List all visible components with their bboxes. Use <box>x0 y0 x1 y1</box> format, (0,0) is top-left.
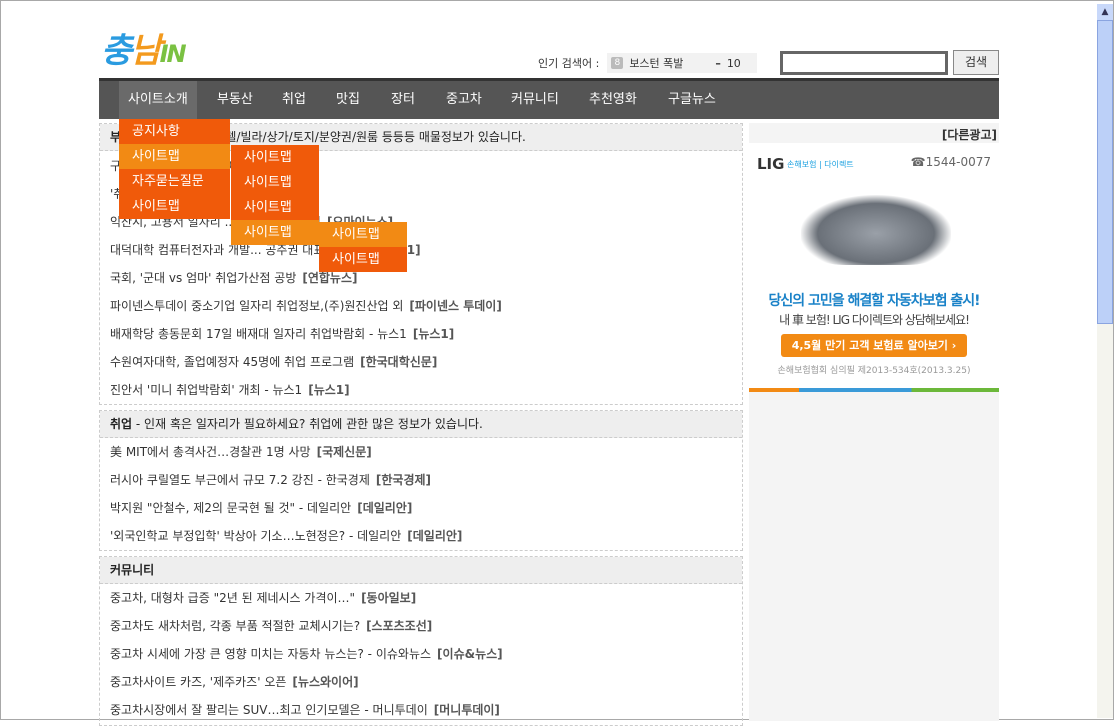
news-source[interactable]: [데일리안] <box>357 501 412 515</box>
popular-label: 인기 검색어 : <box>538 57 600 70</box>
vertical-scrollbar[interactable]: ▲ <box>1097 4 1113 718</box>
site-logo[interactable]: 충남IN <box>101 23 231 73</box>
ad-color-bar <box>749 388 999 392</box>
search-input[interactable] <box>780 51 948 75</box>
section-jobs: 취업 - 인재 혹은 일자리가 필요하세요? 취업에 관한 많은 정보가 있습니… <box>99 410 743 551</box>
menu-item-sitemap[interactable]: 사이트맵 <box>231 195 319 220</box>
news-title[interactable]: 중고차사이트 카즈, '제주카즈' 오픈 <box>110 675 286 689</box>
news-source[interactable]: [연합뉴스] <box>302 271 357 285</box>
news-source[interactable]: [동아일보] <box>361 591 416 605</box>
car-image <box>801 195 951 265</box>
news-title[interactable]: 국회, '군대 vs 엄마' 취업가산점 공방 <box>110 271 296 285</box>
ad-banner[interactable]: LIG 손해보험 | 다이렉트 ☎1544-0077 당신의 고민을 해결할 자… <box>749 143 999 388</box>
news-source[interactable]: [파이넨스 투데이] <box>409 299 501 313</box>
news-item[interactable]: 수원여자대학, 졸업예정자 45명에 취업 프로그램 [한국대학신문] <box>100 348 742 376</box>
news-source[interactable]: [국제신문] <box>317 445 372 459</box>
rank-badge: 8 <box>611 57 624 69</box>
ad-sidebar: [다른광고] LIG 손해보험 | 다이렉트 ☎1544-0077 당신의 고민… <box>749 123 999 721</box>
nav-item-market[interactable]: 장터 <box>391 81 415 119</box>
news-title[interactable]: 美 MIT에서 총격사건…경찰관 1명 사망 <box>110 445 311 459</box>
menu-item-sitemap[interactable]: 사이트맵 <box>319 247 407 272</box>
news-title[interactable]: 파이넨스투데이 중소기업 일자리 취업정보,(주)원진산업 외 <box>110 299 403 313</box>
news-source[interactable]: [이슈&뉴스] <box>437 647 503 661</box>
news-item[interactable]: 국회, '군대 vs 엄마' 취업가산점 공방 [연합뉴스] <box>100 264 742 292</box>
news-source[interactable]: [데일리안] <box>407 529 462 543</box>
news-item[interactable]: 중고차 시세에 가장 큰 영향 미치는 자동차 뉴스는? - 이슈와뉴스 [이슈&… <box>100 640 742 668</box>
news-title[interactable]: 러시아 쿠릴열도 부근에서 규모 7.2 강진 - 한국경제 <box>110 473 370 487</box>
news-item[interactable]: 러시아 쿠릴열도 부근에서 규모 7.2 강진 - 한국경제 [한국경제] <box>100 466 742 494</box>
dropdown-level3: 사이트맵 사이트맵 <box>319 222 407 272</box>
news-item[interactable]: 진안서 '미니 취업박람회' 개최 - 뉴스1 [뉴스1] <box>100 376 742 404</box>
news-item[interactable]: '외국인학교 부정입학' 박상아 기소…노현정은? - 데일리안 [데일리안] <box>100 522 742 550</box>
menu-item-sitemap[interactable]: 사이트맵 <box>119 144 230 169</box>
rank-count: 10 <box>726 56 741 70</box>
main-nav: 사이트소개 부동산 취업 맛집 장터 중고차 커뮤니티 추천영화 구글뉴스 <box>99 78 999 119</box>
ad-phone: ☎1544-0077 <box>910 155 991 169</box>
news-item[interactable]: 배재학당 총동문회 17일 배재대 일자리 취업박람회 - 뉴스1 [뉴스1] <box>100 320 742 348</box>
ad-brand: LIG <box>757 155 785 173</box>
nav-item-site-intro[interactable]: 사이트소개 <box>119 81 197 119</box>
section-community: 커뮤니티 중고차, 대형차 급증 "2년 된 제네시스 가격이…" [동아일보] 중… <box>99 556 743 726</box>
news-title[interactable]: 박지원 "안철수, 제2의 문국현 될 것" - 데일리안 <box>110 501 351 515</box>
news-title[interactable]: 중고차, 대형차 급증 "2년 된 제네시스 가격이…" <box>110 591 355 605</box>
menu-item-sitemap[interactable]: 사이트맵 <box>231 220 319 245</box>
menu-item-notice[interactable]: 공지사항 <box>119 119 230 144</box>
nav-item-movies[interactable]: 추천영화 <box>589 81 637 119</box>
news-item[interactable]: 대덕대학 컴퓨터전자과 개발... 공주권 대표 ... 뉴스1[뉴스1] <box>100 236 742 264</box>
scrollbar-thumb[interactable] <box>1097 20 1113 324</box>
ad-subline: 내 車 보험! LIG 다이렉트와 상담해보세요! <box>779 313 970 327</box>
news-item[interactable]: 美 MIT에서 총격사건…경찰관 1명 사망 [국제신문] <box>100 438 742 466</box>
rank-change: – <box>715 56 721 70</box>
section-header: 커뮤니티 <box>100 557 742 584</box>
scroll-up-icon[interactable]: ▲ <box>1097 4 1113 20</box>
news-item[interactable]: 중고차도 새차처럼, 각종 부품 적절한 교체시기는? [스포츠조선] <box>100 612 742 640</box>
news-source[interactable]: [스포츠조선] <box>366 619 432 633</box>
news-source[interactable]: [뉴스와이어] <box>292 675 358 689</box>
nav-item-realestate[interactable]: 부동산 <box>217 81 253 119</box>
news-item[interactable]: 중고차, 대형차 급증 "2년 된 제네시스 가격이…" [동아일보] <box>100 584 742 612</box>
nav-item-community[interactable]: 커뮤니티 <box>511 81 559 119</box>
nav-item-usedcar[interactable]: 중고차 <box>446 81 482 119</box>
news-title[interactable]: 중고차시장에서 잘 팔리는 SUV…최고 인기모델은 - 머니투데이 <box>110 703 428 717</box>
dropdown-level2: 사이트맵 사이트맵 사이트맵 사이트맵 <box>231 145 319 245</box>
dropdown-level1: 공지사항 사이트맵 자주묻는질문 사이트맵 <box>119 119 230 219</box>
section-header: 취업 - 인재 혹은 일자리가 필요하세요? 취업에 관한 많은 정보가 있습니… <box>100 411 742 438</box>
news-item[interactable]: 중고차사이트 카즈, '제주카즈' 오픈 [뉴스와이어] <box>100 668 742 696</box>
ad-cta-button[interactable]: 4,5월 만기 고객 보험료 알아보기 › <box>781 334 967 357</box>
popular-term-text: 보스턴 폭발 <box>629 57 684 70</box>
news-source[interactable]: [한국경제] <box>376 473 431 487</box>
news-title[interactable]: 배재학당 총동문회 17일 배재대 일자리 취업박람회 - 뉴스1 <box>110 327 407 341</box>
news-title[interactable]: 중고차도 새차처럼, 각종 부품 적절한 교체시기는? <box>110 619 360 633</box>
news-title[interactable]: 중고차 시세에 가장 큰 영향 미치는 자동차 뉴스는? - 이슈와뉴스 <box>110 647 431 661</box>
menu-item-sitemap[interactable]: 사이트맵 <box>319 222 407 247</box>
ad-brand-sub: 손해보험 | 다이렉트 <box>787 160 854 169</box>
news-source[interactable]: [뉴스1] <box>308 383 349 397</box>
news-title[interactable]: 수원여자대학, 졸업예정자 45명에 취업 프로그램 <box>110 355 354 369</box>
ad-headline: 당신의 고민을 해결할 자동차보험 출시! <box>768 293 981 309</box>
menu-item-sitemap[interactable]: 사이트맵 <box>119 194 230 219</box>
popular-term[interactable]: 8 보스턴 폭발 – 10 <box>607 53 758 73</box>
nav-item-jobs[interactable]: 취업 <box>282 81 306 119</box>
news-source[interactable]: [한국대학신문] <box>360 355 437 369</box>
news-item[interactable]: 파이넨스투데이 중소기업 일자리 취업정보,(주)원진산업 외 [파이넨스 투데이… <box>100 292 742 320</box>
other-ad-link[interactable]: [다른광고] <box>942 126 997 143</box>
menu-item-faq[interactable]: 자주묻는질문 <box>119 169 230 194</box>
news-item[interactable]: 박지원 "안철수, 제2의 문국현 될 것" - 데일리안 [데일리안] <box>100 494 742 522</box>
news-source[interactable]: [뉴스1] <box>413 327 454 341</box>
search-button[interactable]: 검색 <box>953 50 999 75</box>
ad-note: 손해보험협회 심의필 제2013-534호(2013.3.25) <box>777 366 971 376</box>
menu-item-sitemap[interactable]: 사이트맵 <box>231 145 319 170</box>
nav-item-food[interactable]: 맛집 <box>336 81 360 119</box>
nav-item-google-news[interactable]: 구글뉴스 <box>668 81 716 119</box>
popular-search: 인기 검색어 : 8 보스턴 폭발 – 10 <box>538 53 758 73</box>
news-source[interactable]: [머니투데이] <box>434 703 500 717</box>
news-title[interactable]: 진안서 '미니 취업박람회' 개최 - 뉴스1 <box>110 383 302 397</box>
news-title[interactable]: '외국인학교 부정입학' 박상아 기소…노현정은? - 데일리안 <box>110 529 401 543</box>
menu-item-sitemap[interactable]: 사이트맵 <box>231 170 319 195</box>
